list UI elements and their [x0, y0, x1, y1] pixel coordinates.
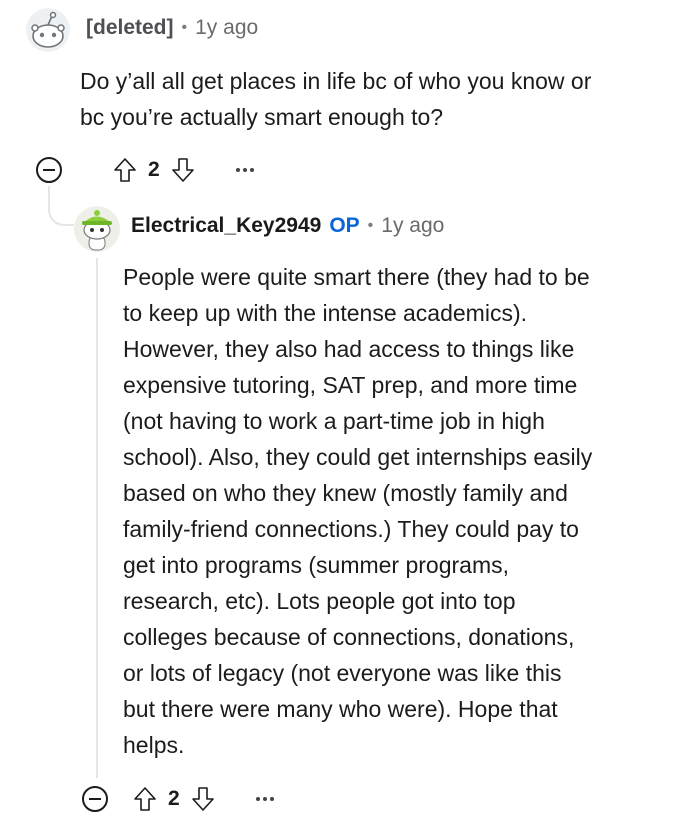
comment-line: but there were many who were). Hope that: [123, 696, 558, 722]
dot: [262, 797, 267, 801]
reply-score: 2: [168, 787, 180, 810]
parent-author[interactable]: [deleted]: [86, 16, 174, 40]
deleted-user-avatar-icon: [26, 8, 70, 52]
comment-line: expensive tutoring, SAT prep, and more t…: [123, 372, 578, 398]
collapse-thread-button[interactable]: [36, 157, 62, 183]
comment-line: However, they also had access to things …: [123, 336, 575, 362]
dot: [235, 168, 240, 172]
minus-icon: [43, 169, 55, 171]
dot: [269, 797, 274, 801]
separator-dot: •: [181, 19, 188, 36]
reply-author[interactable]: Electrical_Key2949: [131, 214, 321, 238]
upvote-arrow-icon: [134, 787, 156, 811]
upvote-arrow-icon: [114, 158, 136, 182]
downvote-button[interactable]: [190, 785, 216, 813]
parent-score: 2: [148, 158, 160, 181]
dot: [249, 168, 254, 172]
upvote-button[interactable]: [112, 156, 138, 184]
comment-line: colleges because of connections, donatio…: [123, 624, 575, 650]
reply-comment-body: People were quite smart there (they had …: [123, 259, 688, 763]
parent-comment-body: Do y’all all get places in life bc of wh…: [80, 63, 680, 135]
comment-line: or lots of legacy (not everyone was like…: [123, 660, 562, 686]
comment-line: based on who they knew (mostly family an…: [123, 480, 568, 506]
reply-comment-header: Electrical_Key2949 OP • 1y ago: [131, 214, 444, 238]
more-options-button[interactable]: [235, 168, 254, 172]
reply-thread-line: [96, 258, 98, 778]
reply-comment: Electrical_Key2949 OP • 1y ago People we…: [0, 190, 700, 823]
deleted-user-avatar[interactable]: [26, 8, 70, 52]
snoo-avatar-icon: [74, 206, 120, 252]
comment-line: Do y’all all get places in life bc of wh…: [80, 68, 592, 94]
parent-timestamp: 1y ago: [195, 16, 259, 39]
op-avatar[interactable]: [74, 206, 120, 252]
comment-line: bc you’re actually smart enough to?: [80, 104, 444, 130]
downvote-arrow-icon: [191, 787, 214, 811]
comment-line: get into programs (summer programs,: [123, 552, 510, 578]
comment-line: research, etc). Lots people got into top: [123, 588, 516, 614]
upvote-button[interactable]: [132, 785, 158, 813]
minus-icon: [89, 798, 101, 800]
collapse-thread-button[interactable]: [82, 786, 108, 812]
reply-timestamp: 1y ago: [381, 214, 445, 237]
comment-line: family-friend connections.) They could p…: [123, 516, 579, 542]
dot: [255, 797, 260, 801]
comment-line: (not having to work a part-time job in h…: [123, 408, 545, 434]
downvote-arrow-icon: [171, 158, 194, 182]
comment-line: helps.: [123, 732, 185, 758]
comment-line: People were quite smart there (they had …: [123, 264, 590, 290]
comment-line: school). Also, they could get internship…: [123, 444, 593, 470]
more-options-button[interactable]: [255, 797, 274, 801]
reply-action-bar: 2: [82, 783, 274, 815]
dot: [242, 168, 247, 172]
comment-line: to keep up with the intense academics).: [123, 300, 528, 326]
separator-dot: •: [367, 217, 374, 234]
downvote-button[interactable]: [170, 156, 196, 184]
parent-comment-header: [deleted] • 1y ago: [86, 16, 258, 40]
op-badge: OP: [329, 214, 360, 237]
parent-action-bar: 2: [36, 154, 254, 186]
parent-comment: [deleted] • 1y ago Do y’all all get plac…: [0, 0, 700, 190]
